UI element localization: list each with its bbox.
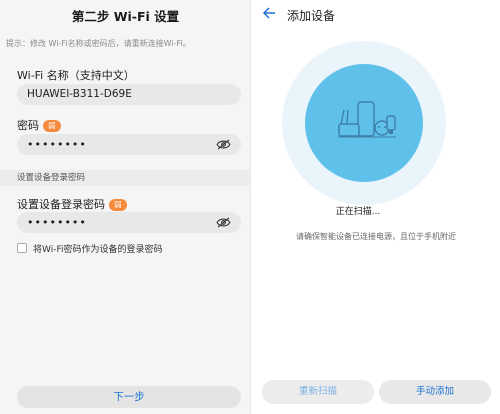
add-device-panel: 添加设备 正在扫描... 请确保智能设备已连接电源，且位于手机附近 重新扫描 手… [252,0,500,414]
page-title: 添加设备 [287,9,336,23]
password-value: •••••••• [27,138,87,151]
wifi-name-input[interactable]: HUAWEI-B311-D69E [17,84,241,105]
section-header: 设置设备登录密码 [0,170,251,186]
login-password-strength-badge: 弱 [109,199,127,211]
wifi-name-label-text: Wi-Fi 名称（支持中文） [17,69,135,82]
wifi-name-value: HUAWEI-B311-D69E [27,88,132,100]
eye-off-icon[interactable] [216,217,231,228]
use-wifi-password-checkbox-row[interactable]: 将Wi-Fi密码作为设备的登录密码 [17,242,162,255]
password-label: 密码弱 [17,117,61,133]
checkbox-label: 将Wi-Fi密码作为设备的登录密码 [33,245,163,255]
next-button[interactable]: 下一步 [17,386,241,408]
smart-devices-icon [338,101,396,138]
hint-text: 提示：修改 Wi-Fi名称或密码后，请重新连接Wi-Fi。 [6,39,191,48]
scanning-status: 正在扫描... [335,207,381,217]
wifi-name-label: Wi-Fi 名称（支持中文） [17,67,135,83]
login-password-input[interactable]: •••••••• [17,212,241,233]
eye-off-icon[interactable] [216,139,231,150]
manual-add-button[interactable]: 手动添加 [379,380,491,404]
password-strength-badge: 弱 [43,120,61,132]
login-password-label: 设置设备登录密码弱 [17,196,127,212]
use-wifi-password-checkbox[interactable] [17,243,27,253]
login-password-label-text: 设置设备登录密码 [17,198,105,211]
password-label-text: 密码 [17,119,39,132]
login-password-value: •••••••• [27,216,87,229]
back-arrow-icon[interactable] [262,6,276,20]
wifi-setup-panel: 第二步 Wi-Fi 设置 提示：修改 Wi-Fi名称或密码后，请重新连接Wi-F… [0,0,251,414]
page-title: 第二步 Wi-Fi 设置 [71,9,180,24]
scan-note: 请确保智能设备已连接电源，且位于手机附近 [296,232,456,241]
rescan-button[interactable]: 重新扫描 [262,380,374,404]
password-input[interactable]: •••••••• [17,134,241,155]
